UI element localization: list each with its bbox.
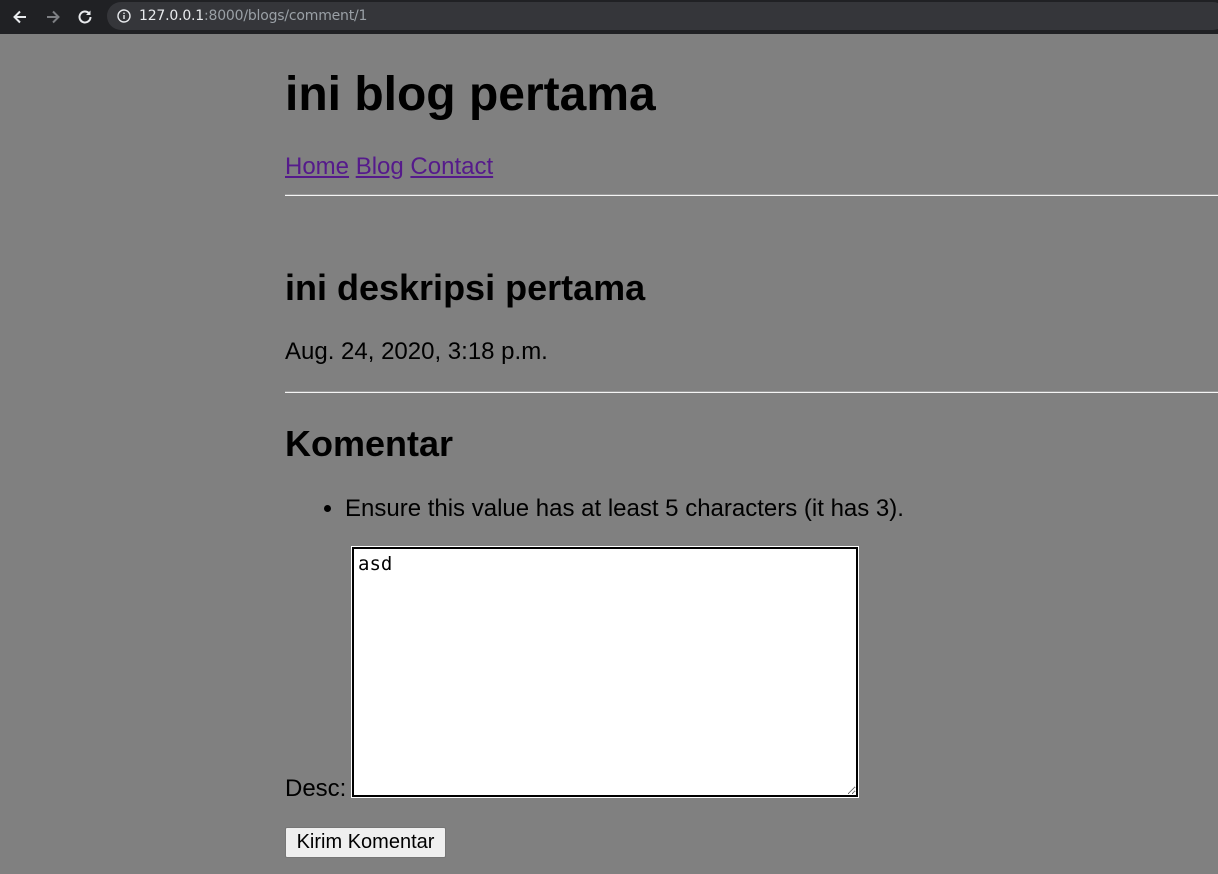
url-text: 127.0.0.1:8000/blogs/comment/1: [139, 8, 367, 24]
nav-link-contact[interactable]: Contact: [410, 153, 493, 180]
divider: [285, 391, 1218, 393]
url-host: 127.0.0.1: [139, 8, 204, 24]
site-title: ini blog pertama: [285, 68, 656, 121]
desc-label: Desc:: [285, 775, 347, 802]
comments-heading: Komentar: [285, 423, 454, 464]
browser-toolbar: 127.0.0.1:8000/blogs/comment/1: [0, 0, 1218, 34]
post-date: Aug. 24, 2020, 3:18 p.m.: [285, 338, 548, 365]
back-button[interactable]: [8, 5, 32, 29]
nav-link-home[interactable]: Home: [285, 153, 349, 180]
desc-textarea[interactable]: asd: [351, 546, 859, 798]
arrow-right-icon: [47, 10, 60, 24]
url-path: :8000/blogs/comment/1: [204, 8, 368, 24]
arrow-left-icon: [13, 10, 26, 24]
nav-link-blog[interactable]: Blog: [356, 153, 404, 180]
site-nav: Home Blog Contact: [285, 153, 493, 181]
reload-icon: [78, 10, 92, 24]
divider: [285, 194, 1218, 196]
reload-button[interactable]: [73, 5, 97, 29]
form-error-item: Ensure this value has at least 5 charact…: [345, 494, 904, 524]
submit-comment-button[interactable]: Kirim Komentar: [285, 827, 446, 858]
post-title: ini deskripsi pertama: [285, 267, 646, 308]
forward-button[interactable]: [41, 5, 65, 29]
address-bar[interactable]: 127.0.0.1:8000/blogs/comment/1: [107, 2, 1218, 30]
form-error-list: Ensure this value has at least 5 charact…: [285, 494, 904, 524]
info-icon[interactable]: [117, 9, 131, 23]
